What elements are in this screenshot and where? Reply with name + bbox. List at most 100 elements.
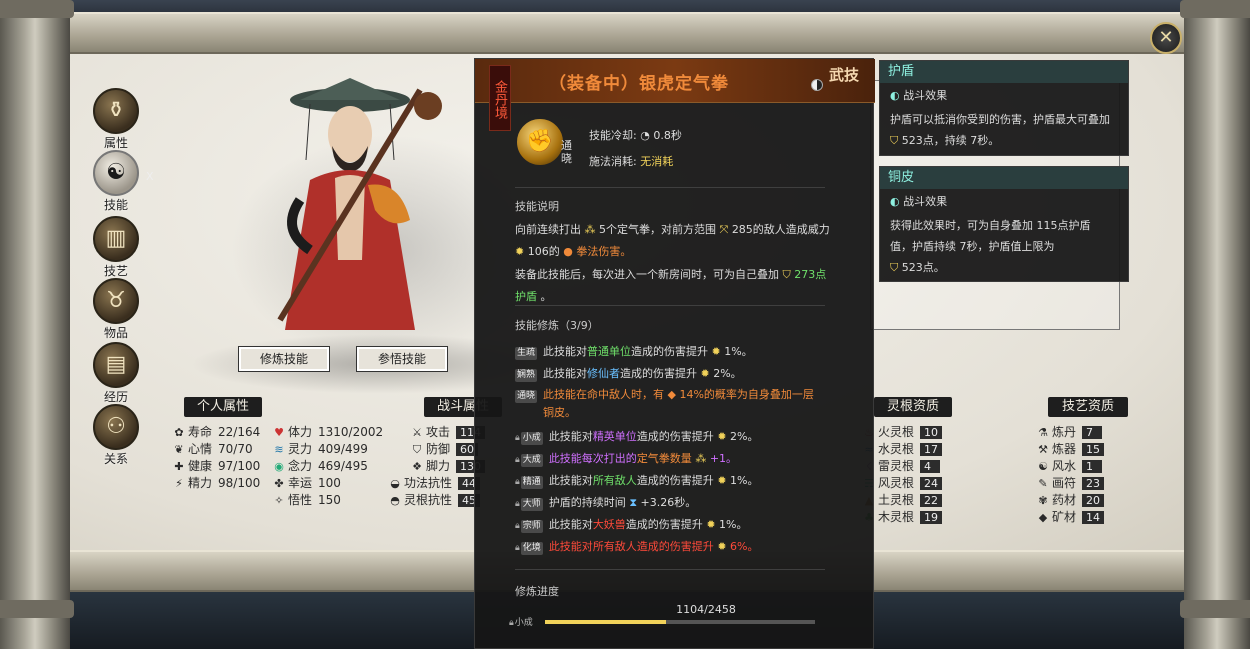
divider [515, 305, 825, 306]
cultivate-skill-button[interactable]: 修炼技能 [238, 346, 330, 372]
comprehend-skill-button[interactable]: 参悟技能 [356, 346, 448, 372]
training-mod: 生疏 此技能对普通单位造成的伤害提升 ✹ 1%。 [515, 345, 753, 360]
ore-icon: ◆ [1038, 511, 1048, 524]
fist-small-icon: ● [563, 245, 573, 258]
nav-crafts[interactable]: ▥ 技艺 [92, 216, 140, 279]
card-title: 护盾 [880, 61, 1128, 83]
energy-icon: ⚡ [175, 477, 183, 490]
swirl-icon: ◐ [890, 195, 900, 208]
root-resist-icon: ◓ [390, 494, 400, 507]
yin-yang-icon [811, 79, 823, 91]
bronze-skin-effect-card: 铜皮 ◐ 战斗效果 获得此效果时，可为自身叠加 115点护盾 值，护盾持续 7秒… [879, 166, 1129, 282]
life-icon: ✿ [174, 426, 184, 439]
sun-icon: ✹ [706, 518, 716, 531]
range-icon: ⤧ [719, 223, 729, 236]
nav-label: 经历 [103, 390, 128, 404]
progress-tag: 🔒︎小成 [509, 618, 533, 628]
close-button[interactable]: ✕ [1150, 22, 1182, 54]
progress-label: 修炼进度 [515, 585, 559, 598]
training-mod: 🔒︎ 大师 护盾的持续时间 ⧗ +3.26秒。 [515, 496, 697, 511]
attack-icon: ⚔ [412, 426, 422, 439]
card-sub: ◐ 战斗效果 [890, 89, 948, 102]
training-mod: 娴熟 此技能对修仙者造成的伤害提升 ✹ 2%。 [515, 367, 742, 382]
nav-label: 物品 [103, 326, 128, 340]
nav-attributes[interactable]: ⚱ 属性 [92, 88, 140, 151]
lock-icon: 🔒︎ [515, 455, 520, 465]
training-title: 技能修炼（3/9） [515, 319, 599, 332]
progress-value: 1104/2458 [676, 603, 736, 616]
body-icon: ⚱ [93, 88, 139, 134]
fengshui-icon: ☯ [1038, 460, 1048, 473]
card-text: 获得此效果时，可为自身叠加 115点护盾 值，护盾持续 7秒，护盾值上限为 ⛉ … [890, 219, 1091, 274]
health-icon: ✚ [174, 460, 184, 473]
progress-bar [545, 620, 815, 624]
attr-row: ◒ 功法抗性 44 [388, 475, 481, 492]
lock-icon: 🔒︎ [515, 499, 520, 509]
attr-row: ≋ 灵力 409/499 [272, 441, 367, 458]
nav-close-mark[interactable]: X [146, 170, 154, 183]
shield-icon: ⛉ [782, 268, 791, 281]
training-mod: 🔒︎ 宗师 此技能对大妖兽造成的伤害提升 ✹ 1%。 [515, 518, 748, 533]
attr-row: ◓ 灵根抗性 45 [388, 492, 481, 509]
attr-row: ☯ 风水 1 [1036, 458, 1103, 475]
skill-mastery-tag: 通晓 [561, 139, 572, 165]
attr-row: ▲土灵根22 [862, 492, 943, 509]
attr-row: ◉ 念力 469/495 [272, 458, 368, 475]
nav-label: 技艺 [103, 264, 128, 278]
skill-tooltip: 金丹境 （装备中）银虎定气拳 武技 ✊ 通晓 技能冷却: ◔ 0.8秒 施法消耗… [474, 58, 875, 649]
nav-label: 属性 [103, 136, 128, 150]
nav-label: 技能 [103, 198, 128, 212]
nav-skills[interactable]: ☯ 技能 [92, 150, 140, 213]
forge-icon: ⚒ [1038, 443, 1048, 456]
talisman-icon: ✎ [1038, 477, 1048, 490]
card-title: 铜皮 [880, 167, 1128, 189]
attr-row: ⚡ 精力 98/100 [172, 475, 260, 492]
training-mod: 🔒︎ 化境 此技能对所有敌人造成的伤害提升 ✹ 6%。 [515, 540, 759, 555]
attr-row: ✚ 健康 97/100 [172, 458, 260, 475]
lock-icon: 🔒︎ [509, 618, 514, 628]
card-sub: ◐ 战斗效果 [890, 195, 948, 208]
training-mod: 🔒︎ 精通 此技能对所有敌人造成的伤害提升 ✹ 1%。 [515, 474, 759, 489]
power-icon: ✹ [515, 245, 525, 258]
character-portrait [277, 78, 442, 330]
attr-row: ✧ 悟性 150 [272, 492, 341, 509]
attr-row: ♨火灵根10 [862, 424, 943, 441]
attr-row: ◆ 矿材 14 [1036, 509, 1105, 526]
art-resist-icon: ◒ [390, 477, 400, 490]
shield-icon: ⛉ [890, 134, 899, 147]
skill-description: 向前连续打出 ⁂ 5个定气拳，对前方范围 ⤧ 285的敌人造成威力 ✹ 106的… [515, 223, 830, 258]
heart-icon: ♥ [274, 426, 284, 439]
attr-row: ♣木灵根19 [862, 509, 943, 526]
sun-icon: ✹ [717, 430, 727, 443]
swirl-icon: ◐ [890, 89, 900, 102]
hourglass-icon: ⧗ [629, 496, 638, 509]
mood-icon: ❦ [174, 443, 184, 456]
close-icon: ✕ [1158, 27, 1174, 48]
progress-fill [545, 620, 667, 624]
nav-relations[interactable]: ⚇ 关系 [92, 404, 140, 467]
nav-history[interactable]: ▤ 经历 [92, 342, 140, 405]
skill-type: 武技 [811, 67, 865, 91]
attr-row: ✤ 幸运 100 [272, 475, 341, 492]
pillar-right [1180, 0, 1250, 649]
attr-row: ⚒ 炼器 15 [1036, 441, 1105, 458]
sun-icon: ✹ [711, 345, 721, 358]
pillar-left [0, 0, 74, 649]
attr-row: ❦ 心情 70/70 [172, 441, 252, 458]
yin-yang-icon: ☯ [93, 150, 139, 196]
fist-icon: ✊ [515, 117, 565, 167]
mind-icon: ◉ [274, 460, 284, 473]
attr-row: ♥ 体力 1310/2002 [272, 424, 383, 441]
desc-title: 技能说明 [515, 200, 559, 213]
lock-icon: 🔒︎ [515, 477, 520, 487]
sun-icon: ✹ [717, 474, 727, 487]
divider [515, 569, 825, 570]
sun-icon: ✹ [717, 540, 727, 553]
people-icon: ⚇ [93, 404, 139, 450]
nav-items[interactable]: ♉ 物品 [92, 278, 140, 341]
punch-icon: ⁂ [584, 223, 596, 236]
attr-row: ⚗ 炼丹 7 [1036, 424, 1103, 441]
attr-row: ≈水灵根17 [862, 441, 943, 458]
realm-badge: 金丹境 [489, 65, 511, 131]
attr-row: ⛉ 防御 60 [410, 441, 479, 458]
